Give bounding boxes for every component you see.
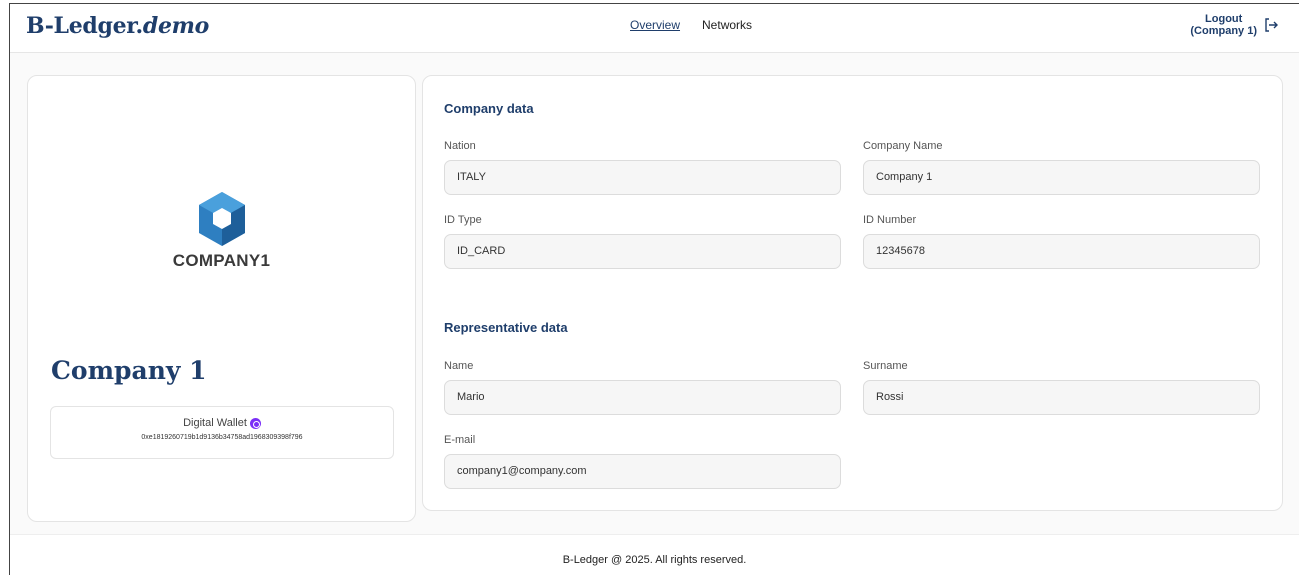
logo-text: COMPANY1	[172, 251, 271, 270]
name-label: Name	[444, 360, 474, 372]
name-field[interactable]: Mario	[444, 380, 841, 415]
logout-label-line2: (Company 1)	[1190, 25, 1257, 37]
company-profile-card: COMPANY1 Company 1 Digital Wallet 0xe181…	[27, 75, 416, 522]
app-frame: B-Ledger.demo Overview Networks Logout (…	[9, 3, 1299, 575]
nav-overview[interactable]: Overview	[630, 18, 680, 32]
digital-wallet-box: Digital Wallet 0xe1819260719b1d9136b3475…	[50, 406, 394, 459]
wallet-label: Digital Wallet	[183, 417, 247, 429]
id-number-label: ID Number	[863, 214, 917, 226]
id-type-field[interactable]: ID_CARD	[444, 234, 841, 269]
id-number-field[interactable]: 12345678	[863, 234, 1260, 269]
id-type-label: ID Type	[444, 214, 482, 226]
company-logo: COMPANY1	[28, 191, 415, 271]
page-footer: B-Ledger @ 2025. All rights reserved.	[10, 534, 1299, 575]
company-name-label: Company Name	[863, 140, 943, 152]
main-nav: Overview Networks	[630, 18, 752, 32]
top-header: B-Ledger.demo Overview Networks Logout (…	[10, 4, 1299, 53]
wallet-label-row: Digital Wallet	[51, 417, 393, 429]
logout-label: Logout (Company 1)	[1190, 13, 1257, 37]
company-details-card: Company data Nation ITALY Company Name C…	[422, 75, 1283, 511]
nav-networks[interactable]: Networks	[702, 18, 752, 32]
polygon-badge-icon	[249, 417, 261, 429]
nation-field[interactable]: ITALY	[444, 160, 841, 195]
logout-icon	[1265, 18, 1278, 32]
logout-button[interactable]: Logout (Company 1)	[1190, 13, 1279, 37]
brand-demo: demo	[142, 13, 210, 39]
section-representative-data: Representative data	[444, 320, 568, 335]
footer-copyright: B-Ledger @ 2025. All rights reserved.	[562, 554, 747, 566]
email-label: E-mail	[444, 434, 476, 446]
brand-logo[interactable]: B-Ledger.demo	[26, 13, 209, 39]
surname-label: Surname	[863, 360, 908, 372]
nation-label: Nation	[444, 140, 476, 152]
email-field[interactable]: company1@company.com	[444, 454, 841, 489]
logout-label-line1: Logout	[1205, 13, 1243, 25]
surname-field[interactable]: Rossi	[863, 380, 1260, 415]
hexagon-logo-icon	[198, 192, 245, 246]
section-company-data: Company data	[444, 101, 534, 116]
company-name-title: Company 1	[51, 356, 207, 385]
brand-main: B-Ledger.	[26, 13, 143, 39]
company-name-field[interactable]: Company 1	[863, 160, 1260, 195]
wallet-address[interactable]: 0xe1819260719b1d9136b34758ad1968309398f7…	[51, 434, 393, 441]
